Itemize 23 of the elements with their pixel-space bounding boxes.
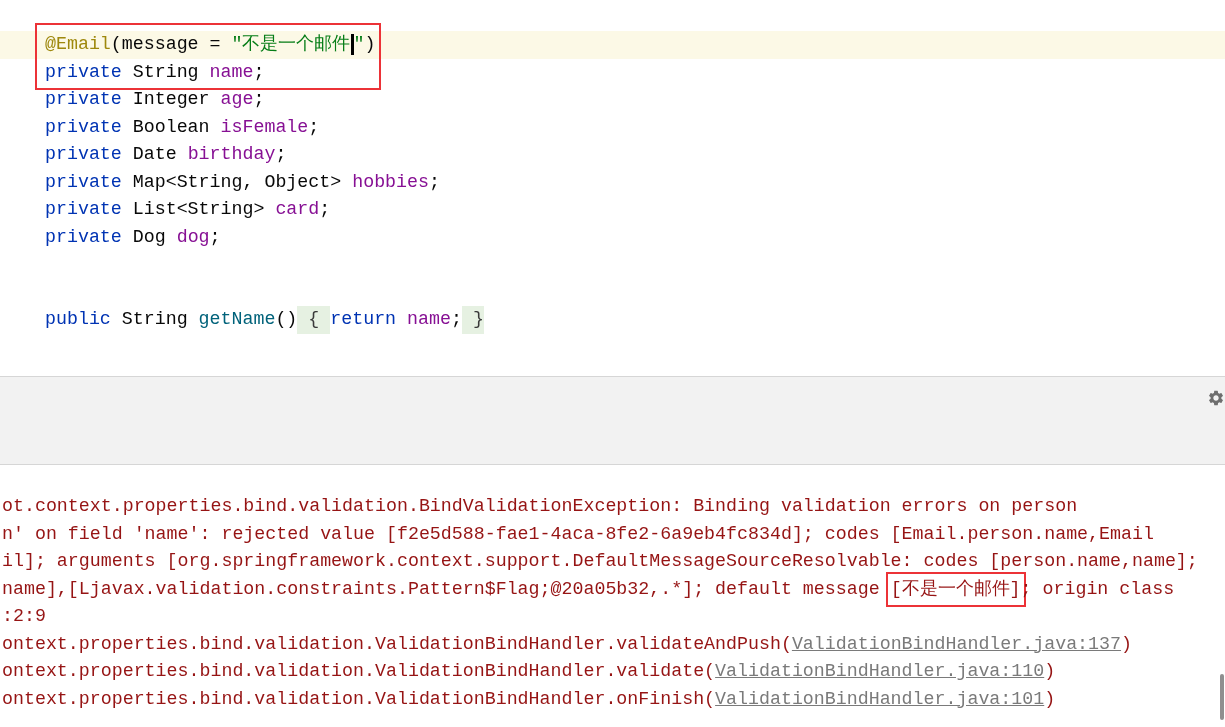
console-line: :2:9 [2, 605, 46, 628]
console-line: ontext.properties.bind.validation.ValidationBindHandler.validateAndPush(ValidationBindHandler.java:137) [2, 632, 1132, 656]
console-line: ot.context.properties.bind.validation.BindValidationException: Binding validation errors on person [2, 495, 1078, 518]
code-line: private Dog dog; [45, 225, 221, 249]
scrollbar-thumb[interactable] [1220, 674, 1224, 720]
source-link[interactable]: ValidationBindHandler.java:137 [791, 633, 1121, 654]
console-line: il]; arguments [org.springframework.context.support.DefaultMessageSourceResolvable: codes [person.name,name]; [2, 550, 1198, 573]
source-link[interactable]: ValidationBindHandler.java:101 [715, 688, 1045, 709]
code-line: public String getName() { return name; } [45, 306, 484, 334]
code-line: private Date birthday; [45, 143, 287, 166]
console-line: ontext.properties.bind.validation.ValidationBindHandler.validate(ValidationBindHandler.java:110) [2, 660, 1056, 683]
console-line: ontext.properties.bind.validation.ValidationBindHandler.onFinish(ValidationBindHandler.java:101) [2, 687, 1056, 711]
text-cursor-icon [350, 34, 354, 56]
code-line: private List<String> card; [45, 198, 331, 221]
code-line: private Map<String, Object> hobbies; [45, 170, 440, 194]
code-text: ") [353, 33, 376, 56]
console-line: n' on field 'name': rejected value [f2e5d588-fae1-4aca-8fe2-6a9eb4fc834d]; codes [Email.person.name,Email [2, 522, 1154, 546]
code-line: private Boolean isFemale; [45, 115, 320, 139]
code-line: private Integer age; [45, 88, 265, 111]
code-text: @Email(message = "不是一个邮件 [45, 33, 351, 56]
code-line: private String name; [45, 60, 265, 84]
settings-icon[interactable] [1207, 389, 1225, 407]
source-link[interactable]: ValidationBindHandler.java:110 [715, 661, 1045, 681]
